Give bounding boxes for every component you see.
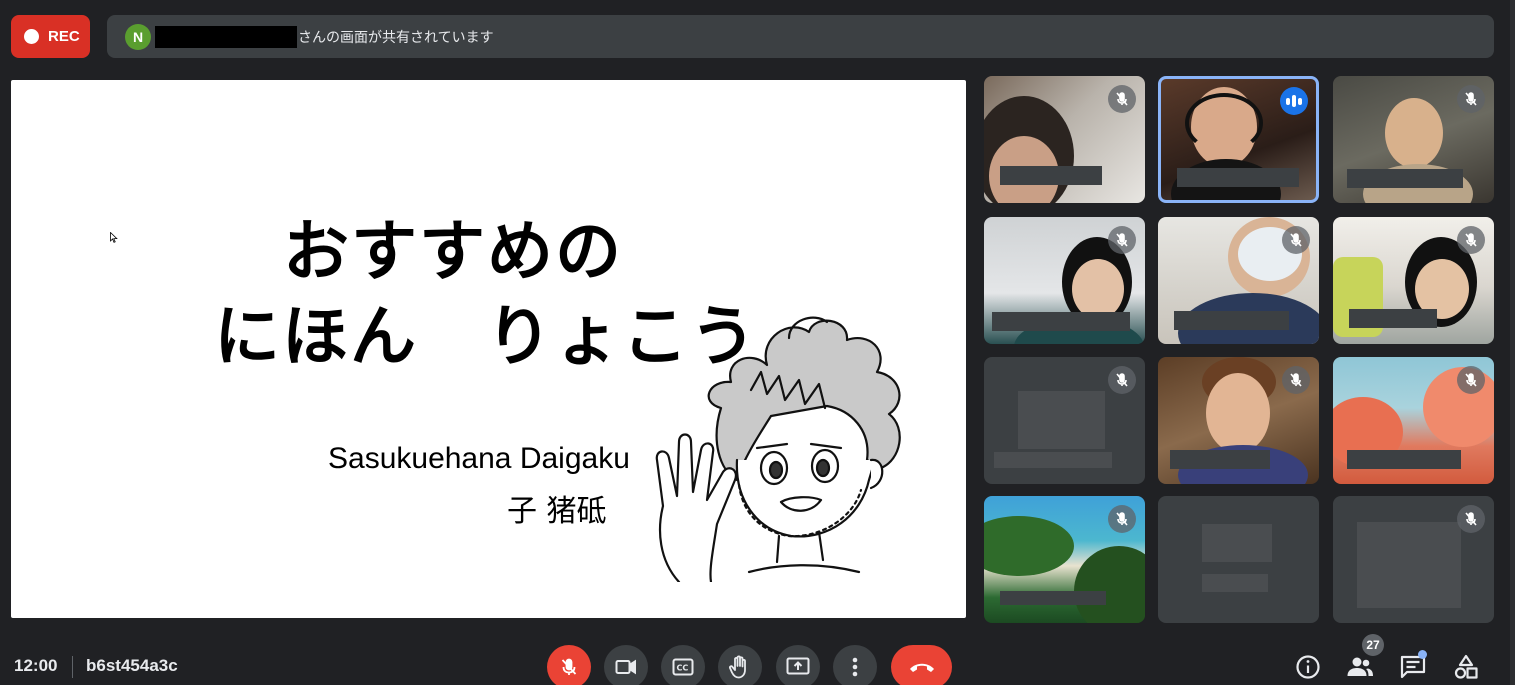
- screen-share-banner: N さんの画面が共有されています: [107, 15, 1494, 58]
- waving-character-illustration: [655, 316, 901, 582]
- mic-off-icon: [1108, 505, 1136, 533]
- mic-off-icon: [1108, 226, 1136, 254]
- participant-tile[interactable]: [1333, 217, 1494, 344]
- presenter-avatar: N: [125, 23, 151, 50]
- redacted-participant-name: [1347, 450, 1461, 469]
- svg-text:CC: CC: [677, 664, 689, 673]
- participant-tile-video-off[interactable]: [1158, 496, 1319, 623]
- mic-toggle-button[interactable]: [547, 645, 591, 685]
- participant-tile[interactable]: [1333, 357, 1494, 484]
- participant-tile[interactable]: [1158, 357, 1319, 484]
- meeting-clock: 12:00: [14, 656, 58, 675]
- speaking-indicator-icon: [1280, 87, 1308, 115]
- redacted-participant-name: [1347, 169, 1463, 188]
- activities-icon: [1454, 654, 1478, 679]
- mic-off-icon: [1457, 366, 1485, 394]
- end-call-icon: [909, 663, 934, 672]
- divider: [72, 656, 73, 678]
- redacted-participant-name: [1174, 311, 1289, 330]
- captions-icon: CC: [672, 658, 694, 676]
- leave-call-button[interactable]: [891, 645, 952, 685]
- captions-button[interactable]: CC: [661, 645, 705, 685]
- mic-off-icon: [1282, 226, 1310, 254]
- shared-screen-presentation: おすすめの にほん りょこう Sasukuehana Daigaku 子 猪砥: [11, 80, 966, 618]
- more-options-button[interactable]: [833, 645, 877, 685]
- slide-school-name: Sasukuehana Daigaku: [328, 442, 630, 475]
- redacted-participant-name: [1177, 168, 1299, 187]
- participant-background-island: [984, 516, 1074, 576]
- mic-off-icon: [1108, 366, 1136, 394]
- redacted-participant-name: [1170, 450, 1270, 469]
- meeting-code: b6st454a3c: [86, 656, 178, 675]
- present-icon: [786, 657, 810, 675]
- participant-tile[interactable]: [984, 217, 1145, 344]
- participant-tile[interactable]: [984, 76, 1145, 203]
- participant-tile[interactable]: [984, 496, 1145, 623]
- activities-button[interactable]: [1451, 652, 1481, 682]
- people-icon: [1347, 657, 1373, 676]
- participant-face: [1206, 373, 1270, 453]
- mic-off-icon: [1457, 226, 1485, 254]
- meeting-details-button[interactable]: [1293, 652, 1323, 682]
- redacted-participant-avatar: [1018, 391, 1105, 449]
- raise-hand-button[interactable]: [718, 645, 762, 685]
- participant-background-palm: [1074, 546, 1145, 623]
- participant-tile-video-off[interactable]: [984, 357, 1145, 484]
- mic-off-icon: [561, 658, 577, 675]
- redacted-participant-name: [1000, 166, 1102, 185]
- participant-face: [1385, 98, 1443, 168]
- redacted-participant-name: [1349, 309, 1437, 328]
- participant-face: [1072, 259, 1124, 319]
- show-everyone-button[interactable]: [1345, 652, 1375, 682]
- camera-toggle-button[interactable]: [604, 645, 648, 685]
- participant-tile-active-speaker[interactable]: [1158, 76, 1319, 203]
- mic-off-icon: [1457, 85, 1485, 113]
- mic-off-icon: [1108, 85, 1136, 113]
- chat-unread-indicator: [1418, 650, 1427, 659]
- redacted-participant-name: [1000, 591, 1106, 605]
- camera-icon: [615, 659, 636, 675]
- record-dot-icon: [24, 29, 39, 44]
- redacted-participant-avatar: [1357, 522, 1461, 608]
- window-edge: [1510, 0, 1515, 685]
- recording-label: REC: [48, 28, 80, 45]
- participant-tile[interactable]: [1333, 76, 1494, 203]
- participant-tile[interactable]: [1158, 217, 1319, 344]
- recording-indicator[interactable]: REC: [11, 15, 90, 58]
- redacted-participant-name: [994, 452, 1112, 468]
- raise-hand-icon: [729, 655, 746, 679]
- share-banner-text: さんの画面が共有されています: [298, 29, 494, 46]
- participant-headphones: [1185, 93, 1263, 153]
- participant-tile-video-off[interactable]: [1333, 496, 1494, 623]
- mic-off-icon: [1457, 505, 1485, 533]
- mouse-cursor-icon: [110, 232, 118, 243]
- slide-title-line1: おすすめの: [283, 213, 623, 290]
- mic-off-icon: [1282, 366, 1310, 394]
- redacted-participant-name: [992, 312, 1130, 331]
- participant-count-badge: 27: [1362, 634, 1384, 656]
- slide-teacher-name: 子 猪砥: [507, 494, 607, 529]
- info-icon: [1296, 655, 1320, 679]
- redacted-participant-avatar: [1202, 524, 1272, 562]
- present-now-button[interactable]: [776, 645, 820, 685]
- redacted-participant-name: [1202, 574, 1268, 592]
- more-options-icon: [852, 657, 858, 677]
- redacted-presenter-name: [155, 25, 297, 48]
